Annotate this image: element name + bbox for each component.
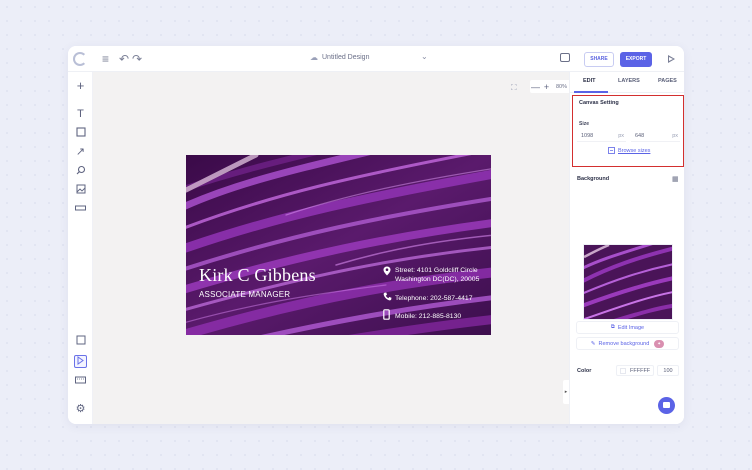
undo-icon[interactable]: ↶: [119, 51, 129, 67]
card-city[interactable]: Washington DC(DC), 20005: [395, 275, 479, 284]
app-logo[interactable]: [73, 52, 87, 66]
opacity-field[interactable]: 100: [657, 365, 679, 376]
chevron-down-icon[interactable]: ⌄: [421, 52, 428, 61]
width-value[interactable]: 1098: [581, 133, 593, 139]
color-value[interactable]: FFFFFF: [630, 368, 650, 374]
card-street[interactable]: Street: 4101 Goldcliff Circle: [395, 266, 478, 275]
panel-tabs: EDIT LAYERS PAGES: [570, 72, 684, 93]
cursor-icon[interactable]: [74, 355, 87, 368]
remove-background-label: Remove background: [598, 340, 650, 347]
ruler-icon[interactable]: [74, 203, 87, 216]
pro-badge-icon: ✦: [654, 339, 665, 348]
browse-sizes-label[interactable]: Browse sizes: [618, 148, 650, 154]
share-button[interactable]: SHARE: [584, 52, 614, 67]
business-card[interactable]: Kirk C Gibbens ASSOCIATE MANAGER Street:…: [186, 155, 491, 335]
settings-icon[interactable]: ⚙: [74, 403, 87, 416]
tab-pages[interactable]: PAGES: [658, 78, 677, 84]
keyboard-icon[interactable]: [74, 375, 87, 388]
marble-background: [186, 155, 491, 335]
location-pin-icon: [383, 266, 391, 276]
editor-app: ≡ ↶ ↷ ☁ Untitled Design ⌄ SHARE EXPORT +…: [68, 46, 684, 424]
zoom-out-button[interactable]: —: [530, 82, 541, 92]
tab-edit[interactable]: EDIT: [583, 78, 596, 84]
background-thumbnail[interactable]: [578, 233, 680, 329]
add-icon[interactable]: +: [74, 79, 87, 92]
frame-icon[interactable]: [74, 335, 87, 348]
card-role[interactable]: ASSOCIATE MANAGER: [199, 290, 290, 299]
hamburger-icon[interactable]: ≡: [102, 51, 109, 67]
shape-icon[interactable]: [74, 127, 87, 140]
cloud-icon: ☁: [310, 53, 318, 62]
text-icon[interactable]: T: [74, 108, 87, 121]
mobile-icon: [383, 309, 390, 320]
edit-image-button[interactable]: ⧉ Edit Image: [576, 321, 679, 334]
zoom-in-button[interactable]: +: [541, 82, 552, 92]
canvas-setting-section: Canvas Setting Size 1098 px 648 px Brows…: [572, 95, 684, 167]
color-field[interactable]: FFFFFF: [616, 365, 654, 376]
play-icon[interactable]: [668, 55, 675, 63]
remove-background-button[interactable]: ✎ Remove background ✦: [576, 337, 679, 350]
left-toolbar: + T ↗ ⚙: [68, 72, 93, 424]
active-tab-indicator: [574, 91, 608, 93]
phone-icon: [383, 292, 392, 301]
background-title: Background: [577, 176, 610, 182]
card-mobile[interactable]: Mobile: 212-885-8130: [395, 312, 461, 321]
arrow-icon[interactable]: ↗: [74, 146, 87, 159]
document-title[interactable]: Untitled Design: [322, 54, 369, 61]
edit-image-icon: ⧉: [610, 324, 615, 330]
document-title-group[interactable]: ☁ Untitled Design: [310, 53, 369, 62]
fit-screen-icon[interactable]: ⛶: [511, 83, 517, 93]
size-label: Size: [579, 121, 590, 127]
browse-sizes-link[interactable]: Browse sizes: [608, 147, 650, 154]
comment-icon[interactable]: [560, 53, 570, 62]
tab-layers[interactable]: LAYERS: [618, 78, 640, 84]
color-swatch[interactable]: [620, 368, 626, 374]
magic-wand-icon: ✎: [590, 340, 596, 347]
zoom-level[interactable]: 80%: [556, 84, 567, 90]
canvas-setting-title: Canvas Setting: [579, 100, 619, 106]
properties-panel: EDIT LAYERS PAGES Canvas Setting Size 10…: [569, 72, 684, 424]
card-name[interactable]: Kirk C Gibbens: [199, 265, 316, 286]
canvas-area[interactable]: ⛶ — + 80% Kirk C Gibbens ASSOCIATE MANAG…: [93, 72, 588, 424]
card-telephone[interactable]: Telephone: 202-587-4417: [395, 294, 472, 303]
image-icon[interactable]: [74, 184, 87, 197]
background-thumbnail-image: [578, 233, 680, 329]
height-field[interactable]: 648 px: [631, 130, 680, 142]
width-unit: px: [618, 133, 624, 139]
color-label: Color: [577, 368, 592, 374]
top-bar: ≡ ↶ ↷ ☁ Untitled Design ⌄ SHARE EXPORT: [68, 46, 684, 72]
redo-icon[interactable]: ↷: [132, 51, 142, 67]
grid-pattern-icon[interactable]: ▦: [672, 175, 679, 183]
width-field[interactable]: 1098 px: [577, 130, 626, 142]
edit-image-label: Edit Image: [617, 324, 645, 331]
chat-support-icon[interactable]: [658, 397, 675, 414]
export-button[interactable]: EXPORT: [620, 52, 652, 67]
search-icon[interactable]: [74, 165, 87, 178]
height-value[interactable]: 648: [635, 133, 644, 139]
height-unit: px: [672, 133, 678, 139]
browse-icon: [608, 147, 615, 154]
